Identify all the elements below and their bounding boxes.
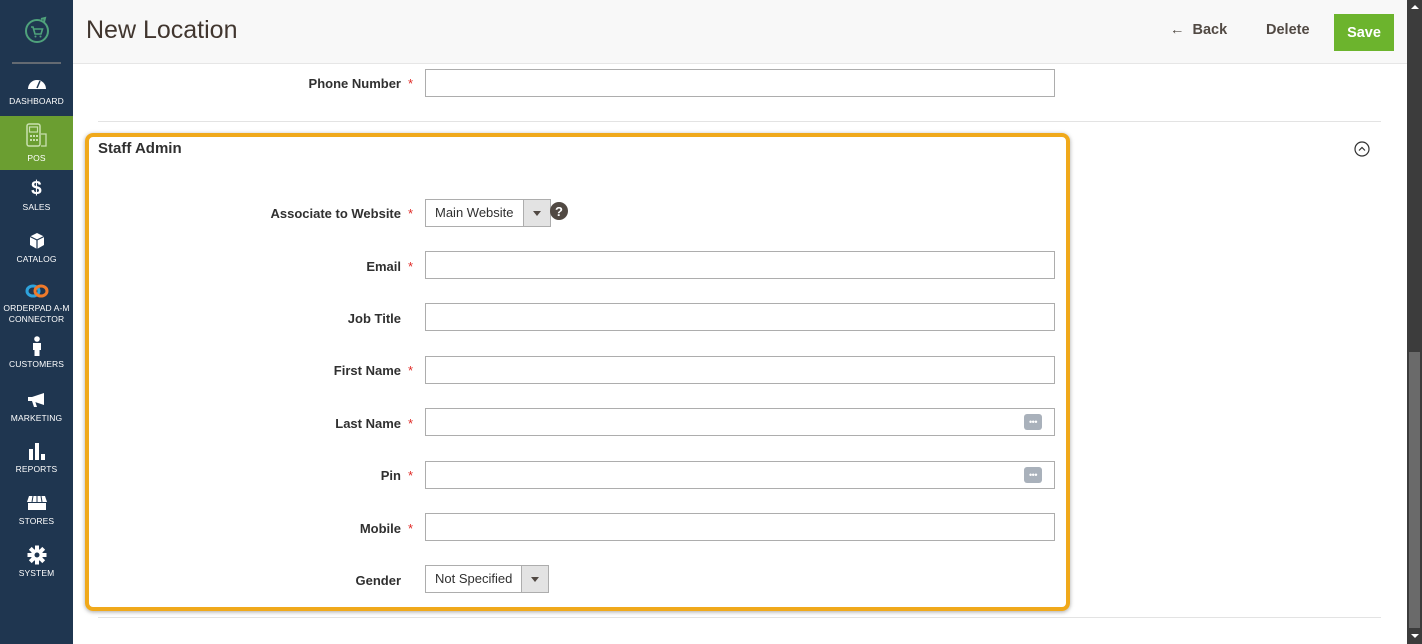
- form-content: Phone Number * Staff Admin Associate to …: [73, 65, 1407, 644]
- back-label: Back: [1192, 22, 1228, 38]
- sidebar-item-label: STORES: [18, 516, 55, 526]
- sidebar-item-label-line2: CONNECTOR: [8, 314, 65, 324]
- sidebar-item-label: SALES: [22, 202, 51, 212]
- sidebar-item-stores[interactable]: STORES: [0, 492, 73, 528]
- sidebar-item-dashboard[interactable]: DASHBOARD: [0, 72, 73, 114]
- required-star: *: [408, 76, 414, 91]
- sidebar-item-reports[interactable]: REPORTS: [0, 440, 73, 476]
- collapse-section-icon[interactable]: [1354, 141, 1370, 157]
- link-icon: [25, 281, 49, 301]
- back-button[interactable]: ← Back: [1170, 22, 1227, 38]
- save-button[interactable]: Save: [1334, 14, 1394, 51]
- sidebar-item-label: POS: [27, 153, 46, 163]
- page-scrollbar[interactable]: [1407, 0, 1422, 644]
- sidebar-item-label: SYSTEM: [18, 568, 55, 578]
- sidebar-item-label: CATALOG: [16, 254, 57, 264]
- section-divider: [98, 617, 1381, 618]
- sidebar-item-label-line1: ORDERPAD A-M: [3, 303, 70, 313]
- phone-number-label: Phone Number: [308, 76, 401, 91]
- megaphone-icon: [27, 389, 47, 411]
- delete-button[interactable]: Delete: [1266, 22, 1310, 38]
- scrollbar-thumb[interactable]: [1409, 352, 1420, 628]
- page-title: New Location: [86, 16, 238, 44]
- sidebar-item-label: DASHBOARD: [9, 96, 64, 106]
- sidebar-item-label: MARKETING: [10, 413, 63, 423]
- phone-number-input[interactable]: [425, 69, 1055, 97]
- logo[interactable]: [0, 0, 73, 62]
- highlight-frame: [85, 133, 1070, 611]
- arrow-left-icon: ←: [1170, 22, 1185, 38]
- pos-cart-logo-icon: [24, 16, 49, 43]
- sidebar-item-label: CUSTOMERS: [8, 359, 65, 369]
- box-icon: [29, 230, 45, 252]
- sidebar-item-orderpad-connector[interactable]: ORDERPAD A-M CONNECTOR: [0, 281, 73, 325]
- bar-chart-icon: [28, 440, 46, 462]
- dashboard-icon: [27, 72, 47, 94]
- sidebar-item-customers[interactable]: CUSTOMERS: [0, 335, 73, 371]
- sidebar-item-catalog[interactable]: CATALOG: [0, 230, 73, 266]
- sidebar-item-sales[interactable]: $ SALES: [0, 178, 73, 214]
- page-header: New Location ← Back Delete Save: [73, 0, 1407, 64]
- logo-underline: [12, 62, 61, 64]
- dollar-icon: $: [31, 178, 42, 199]
- scroll-down-arrow-icon[interactable]: [1411, 634, 1419, 638]
- sidebar-item-pos[interactable]: POS: [0, 116, 73, 170]
- gear-icon: [27, 544, 47, 566]
- person-icon: [31, 335, 43, 357]
- sidebar-item-system[interactable]: SYSTEM: [0, 544, 73, 580]
- pos-terminal-icon: [24, 121, 50, 151]
- section-divider: [98, 121, 1381, 122]
- sidebar: DASHBOARD POS $ SALES CATALOG ORDERPAD A…: [0, 0, 73, 644]
- sidebar-item-label: REPORTS: [15, 464, 58, 474]
- scroll-up-arrow-icon[interactable]: [1411, 5, 1419, 9]
- store-icon: [26, 492, 48, 514]
- sidebar-item-marketing[interactable]: MARKETING: [0, 389, 73, 425]
